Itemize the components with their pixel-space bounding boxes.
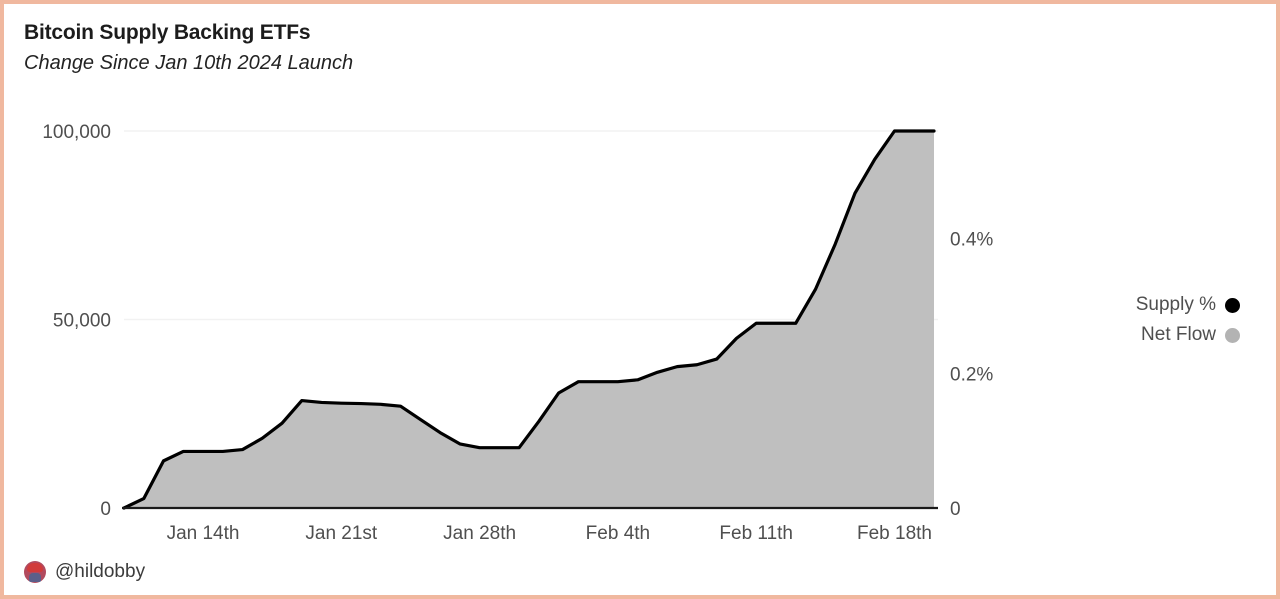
x-axis-tick-label: Feb 18th xyxy=(857,523,932,544)
attribution-handle: @hildobby xyxy=(55,561,146,582)
x-axis-ticks: Jan 14th Jan 21st Jan 28th Feb 4th Feb 11th F… xyxy=(167,523,932,544)
x-axis-tick-label: Feb 4th xyxy=(586,523,650,544)
legend-label-net-flow: Net Flow xyxy=(1141,324,1216,345)
legend-item-net-flow[interactable]: Net Flow xyxy=(1136,320,1240,350)
legend-item-supply-percent[interactable]: Supply % xyxy=(1136,290,1240,320)
legend-dot-supply-percent xyxy=(1225,297,1240,313)
y-axis-right-ticks: 0 0.2% 0.4% xyxy=(950,230,993,520)
chart-legend: Supply % Net Flow xyxy=(1136,290,1240,350)
x-axis-tick-label: Jan 28th xyxy=(443,523,516,544)
chart-frame: Bitcoin Supply Backing ETFs Change Since… xyxy=(0,0,1280,599)
plot-area: 0 50,000 100,000 0 0.2% 0.4% Jan 14th Jan 21s… xyxy=(4,4,1276,595)
x-axis-tick-label: Jan 14th xyxy=(167,523,240,544)
x-axis-tick-label: Jan 21st xyxy=(305,523,378,544)
y-axis-right-tick-label: 0.4% xyxy=(950,230,993,251)
y-axis-left-tick-label: 0 xyxy=(100,499,111,520)
y-axis-left-ticks: 0 50,000 100,000 xyxy=(42,122,111,520)
y-axis-left-tick-label: 50,000 xyxy=(53,311,111,332)
area-chart-svg: 0 50,000 100,000 0 0.2% 0.4% Jan 14th Jan 21s… xyxy=(42,122,993,544)
legend-label-supply-percent: Supply % xyxy=(1135,294,1216,315)
legend-dot-net-flow xyxy=(1225,327,1240,343)
user-avatar-icon xyxy=(24,561,46,583)
y-axis-left-tick-label: 100,000 xyxy=(42,122,111,143)
x-axis-tick-label: Feb 11th xyxy=(719,523,793,544)
attribution: @hildobby xyxy=(24,561,145,583)
y-axis-right-tick-label: 0 xyxy=(950,499,961,520)
y-axis-right-tick-label: 0.2% xyxy=(950,364,993,385)
